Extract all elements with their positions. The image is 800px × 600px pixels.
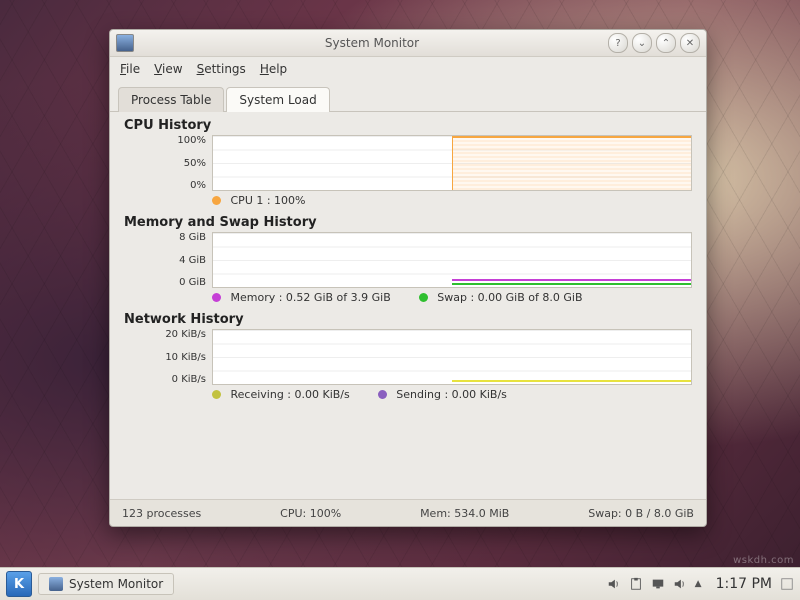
system-monitor-window: System Monitor ? ⌄ ⌃ ✕ File View Setting… (109, 29, 707, 527)
dot-icon (212, 293, 221, 302)
menubar: File View Settings Help (110, 57, 706, 81)
network-y-axis: 20 KiB/s 10 KiB/s 0 KiB/s (124, 329, 212, 385)
menu-file[interactable]: File (120, 62, 140, 76)
status-processes: 123 processes (122, 507, 201, 520)
memory-y-axis: 8 GiB 4 GiB 0 GiB (124, 232, 212, 288)
watermark: wskdh.com (733, 555, 794, 566)
taskbar: K System Monitor ▲ 1:17 PM (0, 567, 800, 600)
memory-section: Memory and Swap History 8 GiB 4 GiB 0 Gi… (124, 215, 692, 304)
app-icon (49, 577, 63, 591)
cpu-series-fill (452, 136, 691, 190)
tab-system-load[interactable]: System Load (226, 87, 329, 112)
dot-icon (419, 293, 428, 302)
status-cpu: CPU: 100% (280, 507, 341, 520)
network-chart (212, 329, 692, 385)
menu-help[interactable]: Help (260, 62, 287, 76)
memory-legend-item: Memory : 0.52 GiB of 3.9 GiB (212, 291, 391, 304)
menu-view[interactable]: View (154, 62, 182, 76)
tx-legend-item: Sending : 0.00 KiB/s (378, 388, 507, 401)
clock[interactable]: 1:17 PM (716, 576, 772, 592)
status-swap: Swap: 0 B / 8.0 GiB (588, 507, 694, 520)
tab-process-table[interactable]: Process Table (118, 87, 224, 112)
minimize-button[interactable]: ⌄ (632, 33, 652, 53)
dot-icon (378, 390, 387, 399)
volume-icon-2[interactable] (673, 577, 687, 591)
content-area: CPU History 100% 50% 0% CPU 1 : 100% (110, 112, 706, 499)
clipboard-icon[interactable] (629, 577, 643, 591)
rx-legend-item: Receiving : 0.00 KiB/s (212, 388, 350, 401)
dot-icon (212, 390, 221, 399)
memory-chart (212, 232, 692, 288)
app-icon (116, 34, 134, 52)
volume-icon[interactable] (607, 577, 621, 591)
network-heading: Network History (124, 312, 692, 327)
status-mem: Mem: 534.0 MiB (420, 507, 509, 520)
menu-settings[interactable]: Settings (197, 62, 246, 76)
maximize-button[interactable]: ⌃ (656, 33, 676, 53)
network-series-line (452, 380, 691, 382)
swap-legend-item: Swap : 0.00 GiB of 8.0 GiB (419, 291, 583, 304)
window-title: System Monitor (140, 36, 604, 50)
status-bar: 123 processes CPU: 100% Mem: 534.0 MiB S… (110, 499, 706, 526)
network-section: Network History 20 KiB/s 10 KiB/s 0 KiB/… (124, 312, 692, 401)
cpu-heading: CPU History (124, 118, 692, 133)
close-button[interactable]: ✕ (680, 33, 700, 53)
titlebar[interactable]: System Monitor ? ⌄ ⌃ ✕ (110, 30, 706, 57)
cpu-legend-item: CPU 1 : 100% (212, 194, 306, 207)
cpu-section: CPU History 100% 50% 0% CPU 1 : 100% (124, 118, 692, 207)
memory-heading: Memory and Swap History (124, 215, 692, 230)
taskbar-item-system-monitor[interactable]: System Monitor (38, 573, 174, 595)
help-button[interactable]: ? (608, 33, 628, 53)
memory-series-line (452, 279, 691, 281)
swap-series-line (452, 283, 691, 285)
app-launcher-button[interactable]: K (6, 571, 32, 597)
tray-expand-icon[interactable]: ▲ (695, 579, 702, 589)
show-desktop-icon[interactable] (780, 577, 794, 591)
cpu-chart (212, 135, 692, 191)
system-tray: ▲ 1:17 PM (607, 576, 794, 592)
tab-bar: Process Table System Load (110, 81, 706, 112)
network-icon[interactable] (651, 577, 665, 591)
cpu-y-axis: 100% 50% 0% (124, 135, 212, 191)
dot-icon (212, 196, 221, 205)
